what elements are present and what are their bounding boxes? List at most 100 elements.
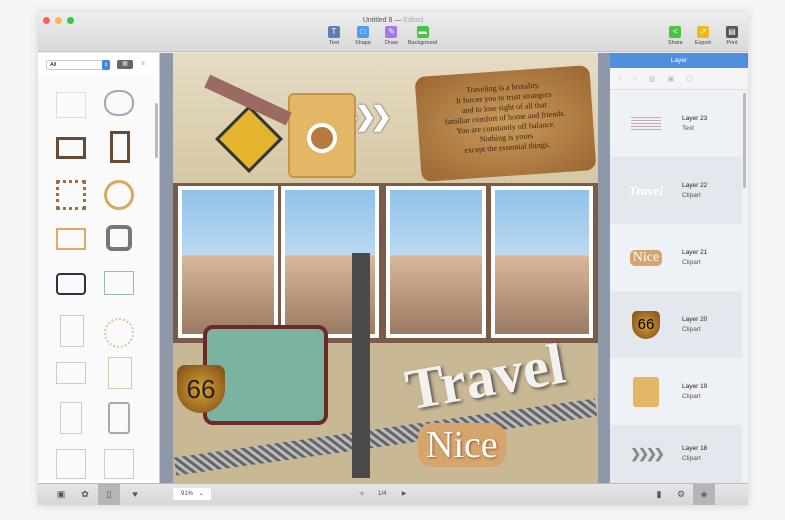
layer-thumbnail: Travel — [610, 183, 682, 199]
label: Print — [726, 40, 738, 46]
label: Export — [695, 40, 711, 46]
label: Shape — [355, 40, 371, 46]
layer-item[interactable]: Travel Layer 22 Clipart — [610, 157, 742, 224]
layer-type: Text — [682, 124, 694, 132]
eiffel-tower-clipart — [331, 253, 391, 478]
grid-view-button[interactable]: ▦ — [117, 60, 133, 69]
label: Text — [328, 40, 340, 46]
layer-thumbnail: Nice — [610, 249, 682, 266]
design-canvas[interactable]: Traveling is a brutality. It forces you … — [173, 53, 598, 483]
text-tool-button[interactable]: T Text — [328, 26, 340, 46]
shape-rect-thin[interactable] — [104, 271, 134, 295]
photo-3[interactable] — [386, 186, 486, 338]
shape-rect-portrait[interactable] — [60, 315, 84, 347]
scrollbar[interactable] — [743, 93, 746, 188]
nice-text-clipart[interactable]: Nice — [418, 423, 506, 467]
shape-icon: □ — [356, 26, 369, 38]
shape-frame-brown[interactable] — [56, 137, 86, 159]
list-view-button[interactable]: ≡ — [135, 60, 151, 69]
next-page-button[interactable]: ▶ — [393, 484, 415, 505]
photo-1[interactable] — [178, 186, 278, 338]
bottom-bar: ▣ ✿ ▯ ♥ 91% ⌄ ◀ 1/4 ▶ ▮ ⚙ ◈ — [38, 483, 748, 505]
thumb-text: 66 — [632, 310, 660, 339]
zoom-value: 91% — [181, 491, 194, 497]
layer-thumbnail: 66 — [610, 310, 682, 339]
shape-rect-sketch[interactable] — [108, 402, 130, 434]
shape-rect-tan[interactable] — [108, 357, 132, 389]
shape-hexagon[interactable] — [106, 225, 132, 251]
app-window: Untitled 8 — Edited T Text □ Shape ✎ Draw ▬… — [38, 12, 748, 505]
shape-frame-portrait[interactable] — [110, 131, 130, 163]
shape-rect-small[interactable] — [56, 362, 86, 384]
layer-item[interactable]: Layer 19 Clipart — [610, 358, 742, 425]
document-name: Untitled 8 — [362, 17, 393, 24]
photo-4[interactable] — [491, 186, 593, 338]
layer-item[interactable]: 66 Layer 20 Clipart — [610, 291, 742, 358]
text-icon: T — [328, 26, 340, 38]
unlock-icon[interactable]: ▢ — [686, 75, 693, 83]
shape-grid — [38, 75, 156, 480]
layer-name: Layer 23 — [682, 114, 708, 122]
print-button[interactable]: ▤ Print — [726, 26, 738, 46]
image-icon[interactable]: ▣ — [50, 484, 72, 505]
move-up-icon[interactable]: ↑ — [618, 75, 622, 82]
layer-thumbnail: ❯❯❯❯ — [630, 446, 665, 461]
chevron-down-icon: ⌄ — [198, 491, 204, 497]
shape-rect-bottom-2[interactable] — [104, 449, 134, 479]
lock-icon[interactable]: ▣ — [668, 75, 675, 83]
category-select[interactable]: All ⇕ — [46, 60, 110, 70]
document-icon[interactable]: ▮ — [648, 484, 670, 505]
shape-circle-dotted[interactable] — [104, 318, 134, 348]
layer-name: Layer 18 — [682, 445, 708, 452]
draw-tool-button[interactable]: ✎ Draw — [385, 26, 398, 46]
shape-frame-gold[interactable] — [56, 228, 86, 250]
label: Share — [668, 40, 683, 46]
thumb-text: Travel — [628, 182, 664, 198]
layer-item[interactable]: Layer 23 Text — [610, 90, 742, 157]
shape-rounded-rect[interactable] — [56, 273, 86, 295]
layer-type: Clipart — [682, 191, 701, 199]
camera-clipart[interactable] — [288, 93, 356, 178]
shape-flower[interactable] — [104, 90, 134, 116]
layer-name: Layer 22 — [682, 181, 708, 189]
trash-icon[interactable]: ▥ — [649, 75, 656, 83]
paint-roller-icon: ▬ — [416, 26, 429, 38]
page-indicator: 1/4 — [378, 491, 387, 497]
scrollbar[interactable] — [155, 103, 158, 158]
shape-tool-button[interactable]: □ Shape — [355, 26, 371, 46]
thumb-text: Nice — [629, 249, 663, 266]
shapes-panel: All ⇕ ▦ ≡ — [38, 53, 160, 483]
layer-type: Clipart — [682, 325, 701, 333]
shape-rect[interactable] — [56, 92, 86, 118]
edited-status: Edited — [403, 17, 424, 24]
layer-item[interactable]: Nice Layer 21 Clipart — [610, 224, 742, 291]
chevron-updown-icon: ⇕ — [102, 60, 110, 70]
shape-rect-cream[interactable] — [60, 402, 82, 434]
prev-page-button[interactable]: ◀ — [350, 484, 372, 505]
shape-frame-dotted[interactable] — [56, 180, 86, 210]
route-66-clipart[interactable]: 66 — [177, 365, 225, 413]
move-down-icon[interactable]: ↓ — [634, 75, 638, 82]
gear-icon[interactable]: ⚙ — [670, 484, 692, 505]
layers-icon[interactable]: ◈ — [693, 484, 715, 505]
background-tool-button[interactable]: ▬ Background — [408, 26, 437, 46]
frame-icon[interactable]: ▯ — [98, 484, 120, 505]
layer-type: Clipart — [682, 455, 701, 462]
layers-header: Layer — [610, 53, 748, 68]
export-icon: ↗ — [696, 26, 709, 38]
share-icon: < — [669, 26, 682, 38]
shape-circle-frame[interactable] — [104, 180, 134, 210]
zoom-select[interactable]: 91% ⌄ — [173, 488, 211, 500]
printer-icon: ▤ — [726, 26, 738, 38]
share-button[interactable]: < Share — [668, 26, 683, 46]
export-button[interactable]: ↗ Export — [695, 26, 711, 46]
shape-rect-bottom[interactable] — [56, 449, 86, 479]
layer-item[interactable]: ❯❯❯❯ Layer 18 Clipart — [610, 425, 742, 483]
canvas-backdrop — [598, 53, 610, 483]
heart-icon[interactable]: ♥ — [124, 484, 146, 505]
flower-icon[interactable]: ✿ — [74, 484, 96, 505]
window-title: Untitled 8 — Edited — [362, 17, 424, 24]
layer-name: Layer 20 — [682, 315, 708, 323]
layers-panel: Layer ↑ ↓ ▥ ▣ ▢ Layer 23 Text Travel Layer 22 C… — [610, 53, 748, 483]
quote-note[interactable]: Traveling is a brutality. It forces you … — [414, 65, 597, 182]
